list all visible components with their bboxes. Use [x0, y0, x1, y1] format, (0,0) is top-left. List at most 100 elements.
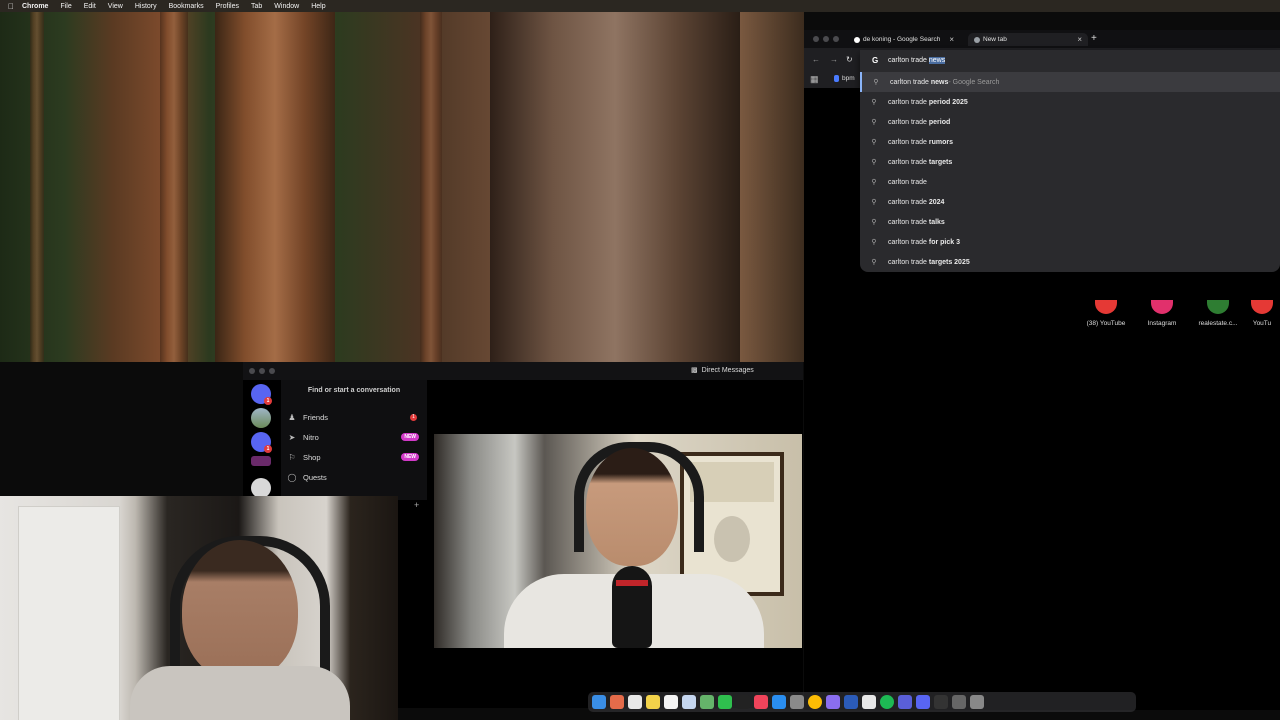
- close-tab-icon[interactable]: ×: [949, 35, 954, 44]
- settings-icon[interactable]: [790, 695, 804, 709]
- bookmark-label: bpm: [842, 75, 855, 82]
- dm-quests-label: Quests: [303, 472, 327, 482]
- shirt: [130, 666, 350, 720]
- suggestion-plain: carlton trade: [888, 118, 927, 126]
- arc-icon[interactable]: [826, 695, 840, 709]
- trash-icon[interactable]: [970, 695, 984, 709]
- menu-bar:  Chrome File Edit View History Bookmark…: [0, 0, 1280, 12]
- suggestion-plain: carlton trade: [888, 238, 927, 246]
- search-icon: ⚲: [871, 239, 877, 246]
- minimize-window-button[interactable]: [259, 368, 265, 374]
- photos-icon[interactable]: [682, 695, 696, 709]
- dm-shop[interactable]: ⚐ Shop NEW: [285, 449, 423, 465]
- suggestion-item[interactable]: ⚲ carlton trade talks: [860, 212, 1280, 232]
- shortcut-realestate[interactable]: realestate.c...: [1188, 300, 1248, 327]
- discord-title: ▩ Direct Messages: [691, 366, 754, 375]
- shortcut-instagram[interactable]: Instagram: [1132, 300, 1192, 327]
- spotify-icon[interactable]: [880, 695, 894, 709]
- menu-profiles[interactable]: Profiles: [216, 3, 239, 10]
- tab-google-search[interactable]: de koning - Google Search ×: [854, 33, 954, 46]
- server-list: 1 1: [243, 380, 281, 500]
- discord-home-icon[interactable]: 1: [251, 384, 272, 405]
- discord-server-icon[interactable]: 1: [251, 432, 272, 453]
- forward-icon[interactable]: →: [830, 55, 838, 64]
- search-icon: ⚲: [871, 259, 877, 266]
- suggestion-item[interactable]: ⚲ carlton trade 2024: [860, 192, 1280, 212]
- menu-bookmarks[interactable]: Bookmarks: [169, 3, 204, 10]
- calendar-icon[interactable]: [664, 695, 678, 709]
- dm-friends[interactable]: ♟ Friends 1: [285, 409, 423, 425]
- dock: [588, 692, 1136, 712]
- reload-icon[interactable]: ↻: [846, 55, 853, 64]
- address-bar[interactable]: G carlton trade news: [860, 50, 1280, 72]
- launchpad-icon[interactable]: [610, 695, 624, 709]
- shortcut-label: (38) YouTube: [1086, 320, 1126, 327]
- apps-grid-icon[interactable]: ▦: [810, 74, 819, 85]
- suggestion-item[interactable]: ⚲ carlton trade targets 2025: [860, 252, 1280, 272]
- menu-history[interactable]: History: [135, 3, 157, 10]
- terminal-icon[interactable]: [736, 695, 750, 709]
- suggestion-plain: carlton trade: [888, 158, 927, 166]
- tab-new-tab[interactable]: New tab ×: [968, 33, 1088, 46]
- zoom-window-button[interactable]: [269, 368, 275, 374]
- suggestion-bold: for pick 3: [928, 238, 960, 246]
- desktop-wallpaper: [0, 12, 804, 362]
- chrome-icon[interactable]: [808, 695, 822, 709]
- mic-ring: [616, 580, 648, 586]
- menu-window[interactable]: Window: [274, 3, 299, 10]
- dm-shop-label: Shop: [303, 452, 321, 462]
- menu-help[interactable]: Help: [311, 3, 325, 10]
- menu-edit[interactable]: Edit: [84, 3, 96, 10]
- find-conversation-button[interactable]: Find or start a conversation: [285, 384, 423, 398]
- suggestion-item[interactable]: ⚲ carlton trade period 2025: [860, 92, 1280, 112]
- safari-icon[interactable]: [628, 695, 642, 709]
- zoom-window-button[interactable]: [833, 36, 839, 42]
- add-dm-icon[interactable]: +: [414, 500, 419, 510]
- webcam-feed-center: [434, 434, 802, 648]
- suggestion-item[interactable]: ⚲ carlton trade news - Google Search: [860, 72, 1280, 92]
- new-tab-button[interactable]: +: [1091, 33, 1097, 44]
- server-icon[interactable]: [251, 456, 271, 466]
- obs-icon[interactable]: [934, 695, 948, 709]
- person: [586, 448, 678, 566]
- notes-icon[interactable]: [646, 695, 660, 709]
- suggestion-item[interactable]: ⚲ carlton trade: [860, 172, 1280, 192]
- quests-icon: ◯: [287, 472, 297, 482]
- server-icon[interactable]: [251, 478, 271, 498]
- shortcut-youtube-2[interactable]: YouTu: [1244, 300, 1280, 327]
- menu-app-name[interactable]: Chrome: [22, 3, 48, 10]
- suggestion-item[interactable]: ⚲ carlton trade period: [860, 112, 1280, 132]
- suggestion-item[interactable]: ⚲ carlton trade rumors: [860, 132, 1280, 152]
- maps-icon[interactable]: [700, 695, 714, 709]
- stars-icon[interactable]: [898, 695, 912, 709]
- discord-icon[interactable]: [916, 695, 930, 709]
- finder-icon[interactable]: [592, 695, 606, 709]
- server-icon[interactable]: [251, 408, 271, 428]
- close-window-button[interactable]: [249, 368, 255, 374]
- music-icon[interactable]: [754, 695, 768, 709]
- shortcut-youtube[interactable]: (38) YouTube: [1076, 300, 1136, 327]
- menu-file[interactable]: File: [60, 3, 71, 10]
- app-store-icon[interactable]: [772, 695, 786, 709]
- menu-tab[interactable]: Tab: [251, 3, 262, 10]
- word-icon[interactable]: [844, 695, 858, 709]
- minimize-window-button[interactable]: [823, 36, 829, 42]
- suggestion-item[interactable]: ⚲ carlton trade targets: [860, 152, 1280, 172]
- window-icon[interactable]: [952, 695, 966, 709]
- friends-badge: 1: [410, 413, 417, 421]
- suggestion-item[interactable]: ⚲ carlton trade for pick 3: [860, 232, 1280, 252]
- dm-quests[interactable]: ◯ Quests: [285, 469, 423, 485]
- apple-icon[interactable]: : [0, 2, 22, 11]
- close-tab-icon[interactable]: ×: [1077, 35, 1082, 44]
- close-window-button[interactable]: [813, 36, 819, 42]
- dm-nitro[interactable]: ➤ Nitro NEW: [285, 429, 423, 445]
- openai-icon[interactable]: [862, 695, 876, 709]
- webcam-feed-left: [0, 496, 398, 720]
- omnibox-text[interactable]: carlton trade news: [888, 57, 946, 64]
- bookmark-bpm[interactable]: bpm: [834, 75, 855, 82]
- facetime-icon[interactable]: [718, 695, 732, 709]
- nitro-icon: ➤: [288, 432, 296, 442]
- back-icon[interactable]: ←: [812, 55, 820, 64]
- google-g-icon: G: [872, 56, 879, 65]
- menu-view[interactable]: View: [108, 3, 123, 10]
